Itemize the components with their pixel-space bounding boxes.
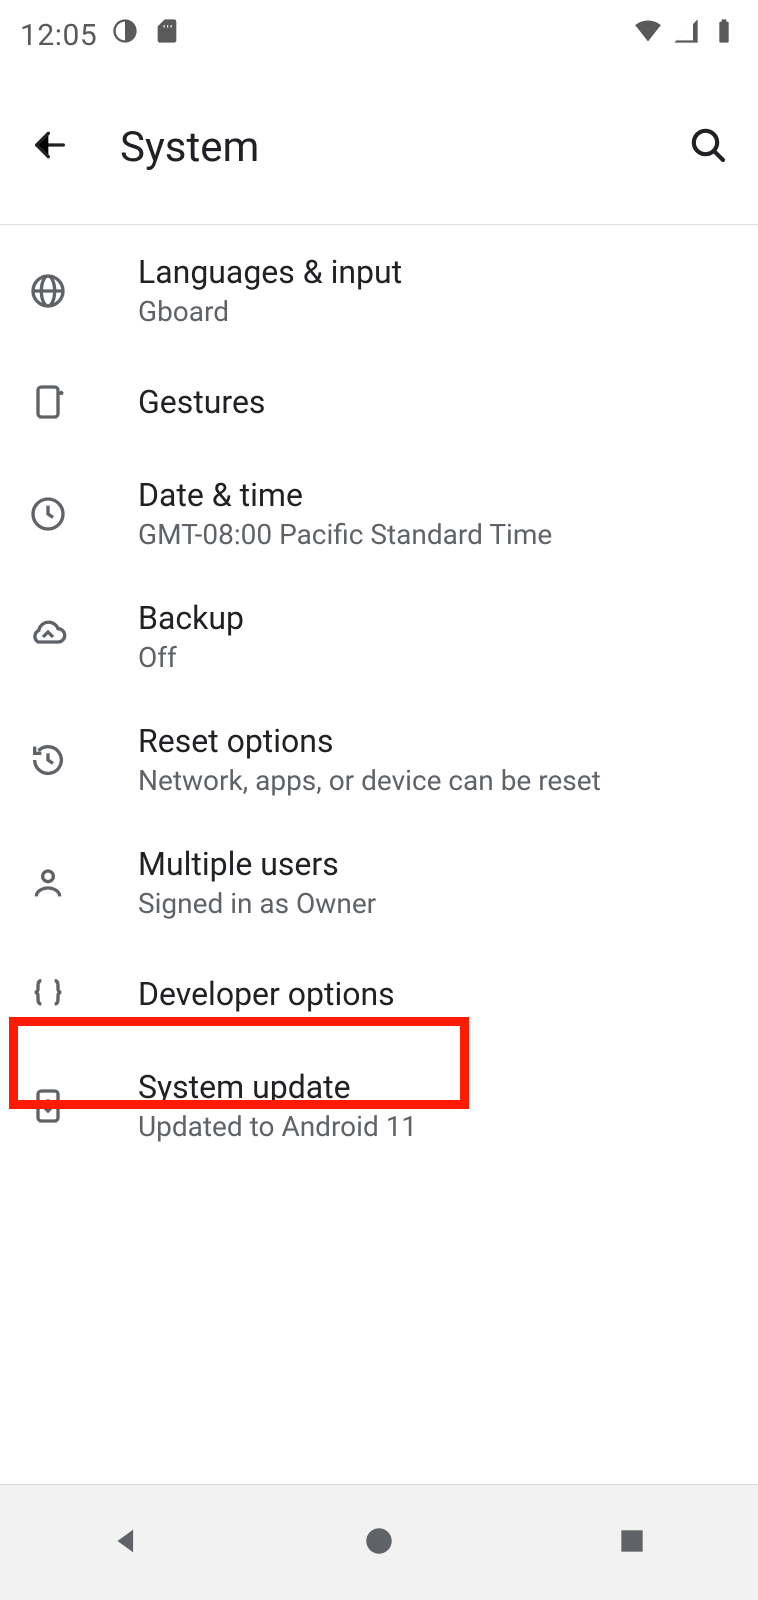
nav-back-button[interactable] (76, 1513, 176, 1573)
triangle-back-icon (109, 1524, 143, 1562)
nav-recent-button[interactable] (582, 1513, 682, 1573)
item-subtitle: GMT-08:00 Pacific Standard Time (138, 518, 552, 551)
cell-signal-icon (672, 17, 700, 53)
phone-gesture-icon (28, 382, 108, 422)
item-reset-options[interactable]: Reset options Network, apps, or device c… (0, 698, 758, 821)
item-title: Multiple users (138, 845, 376, 883)
search-button[interactable] (686, 125, 730, 169)
nav-home-button[interactable] (329, 1513, 429, 1573)
cloud-upload-icon (28, 617, 108, 657)
item-languages-input[interactable]: Languages & input Gboard (0, 229, 758, 352)
clock-icon (28, 494, 108, 534)
item-subtitle: Signed in as Owner (138, 887, 376, 920)
item-title: Gestures (138, 383, 265, 421)
item-subtitle: Off (138, 641, 244, 674)
circle-home-icon (362, 1524, 396, 1562)
search-icon (688, 125, 728, 169)
braces-icon (28, 974, 108, 1014)
item-title: Developer options (138, 975, 395, 1013)
item-backup[interactable]: Backup Off (0, 575, 758, 698)
settings-list: Languages & input Gboard Gestures Date &… (0, 225, 758, 1167)
item-developer-options[interactable]: Developer options (0, 944, 758, 1044)
phone-download-icon (28, 1086, 108, 1126)
status-time: 12:05 (20, 18, 97, 53)
arrow-back-icon (30, 125, 70, 169)
person-icon (28, 863, 108, 903)
item-gestures[interactable]: Gestures (0, 352, 758, 452)
item-title: Reset options (138, 722, 601, 760)
square-recent-icon (616, 1525, 648, 1561)
item-title: System update (138, 1068, 417, 1106)
item-system-update[interactable]: System update Updated to Android 11 (0, 1044, 758, 1167)
item-title: Languages & input (138, 253, 402, 291)
item-subtitle: Updated to Android 11 (138, 1110, 417, 1143)
battery-icon (710, 17, 738, 53)
wifi-icon (634, 17, 662, 53)
item-subtitle: Gboard (138, 295, 402, 328)
back-button[interactable] (28, 125, 72, 169)
item-date-time[interactable]: Date & time GMT-08:00 Pacific Standard T… (0, 452, 758, 575)
sd-card-icon (153, 17, 181, 53)
history-icon (28, 740, 108, 780)
navigation-bar (0, 1484, 758, 1600)
item-multiple-users[interactable]: Multiple users Signed in as Owner (0, 821, 758, 944)
item-subtitle: Network, apps, or device can be reset (138, 764, 601, 797)
item-title: Backup (138, 599, 244, 637)
globe-icon (28, 271, 108, 311)
half-circle-icon (111, 17, 139, 53)
page-title: System (120, 123, 259, 172)
status-bar: 12:05 (0, 0, 758, 70)
app-bar: System (0, 70, 758, 225)
item-title: Date & time (138, 476, 552, 514)
